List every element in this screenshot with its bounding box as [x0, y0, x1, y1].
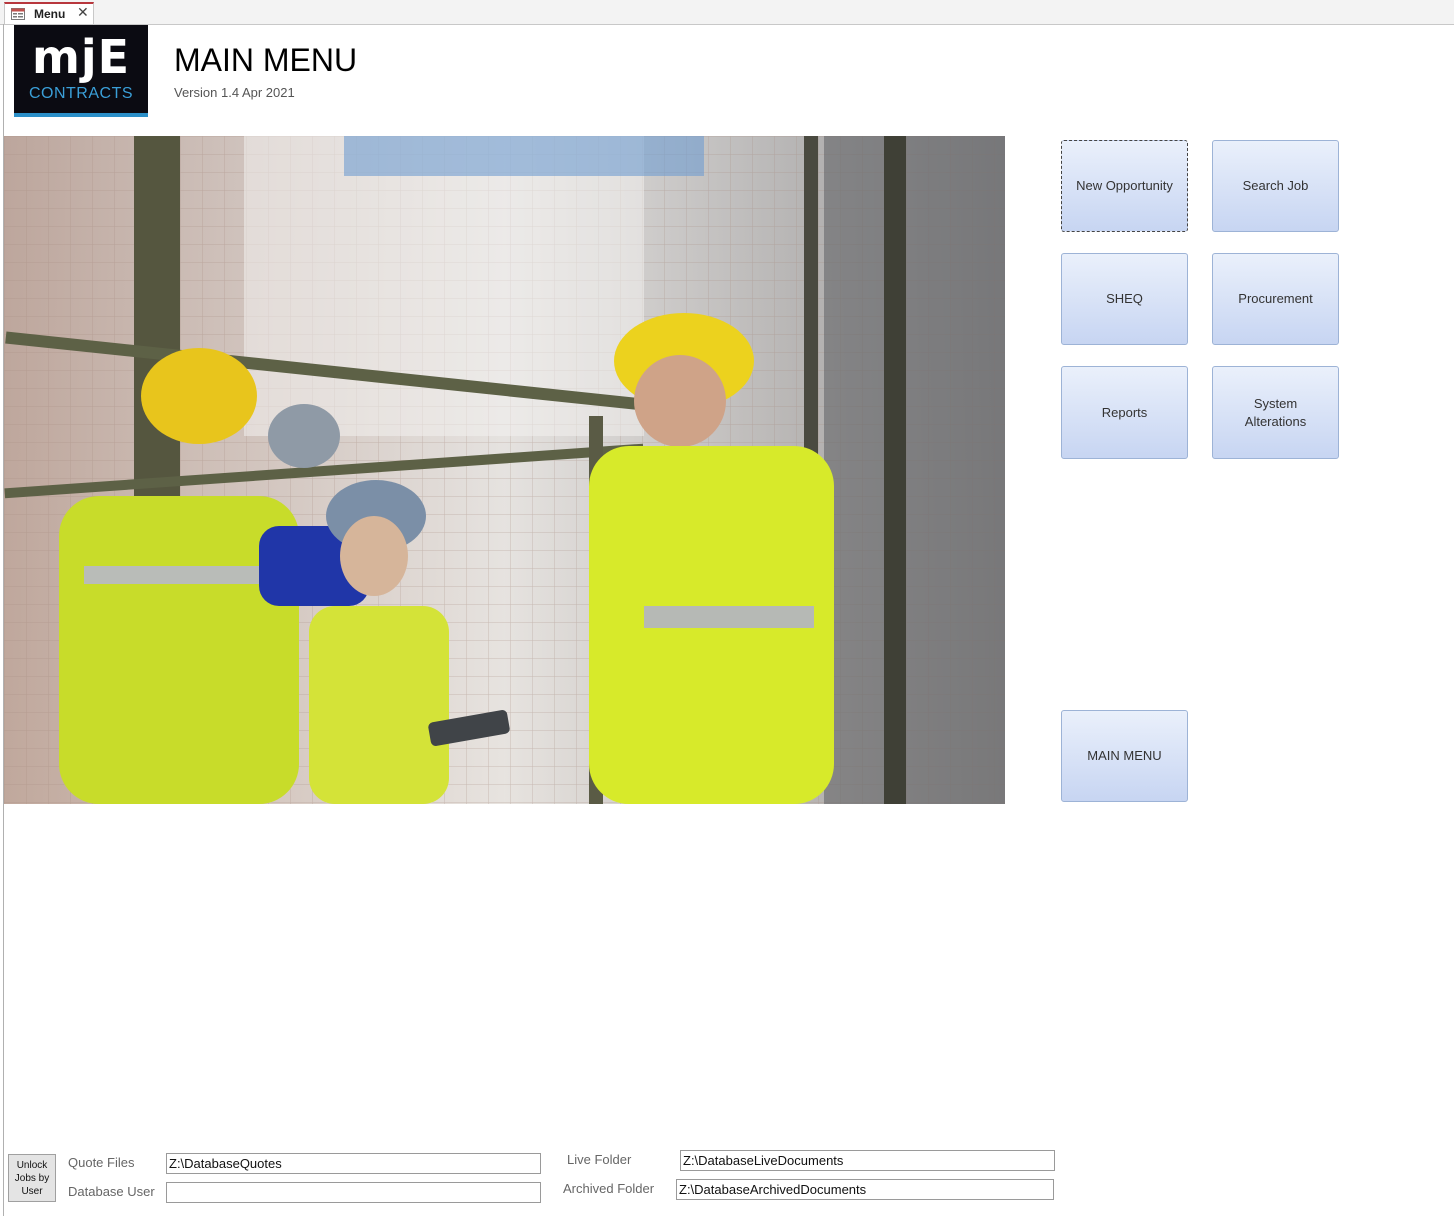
- search-job-button[interactable]: Search Job: [1212, 140, 1339, 232]
- logo-accent-bar: [14, 113, 148, 117]
- reports-button[interactable]: Reports: [1061, 366, 1188, 459]
- logo-subtitle: CONTRACTS: [28, 85, 134, 102]
- page-title: MAIN MENU: [174, 42, 358, 78]
- database-user-field[interactable]: [166, 1182, 541, 1203]
- tab-menu[interactable]: Menu ✕: [4, 2, 94, 24]
- company-logo: mjE CONTRACTS: [14, 25, 148, 117]
- unlock-jobs-button[interactable]: Unlock Jobs by User: [8, 1154, 56, 1202]
- construction-workers-photo: [4, 136, 1005, 804]
- sheq-button[interactable]: SHEQ: [1061, 253, 1188, 345]
- system-alterations-button[interactable]: System Alterations: [1212, 366, 1339, 459]
- tab-label: Menu: [34, 7, 66, 21]
- archived-folder-label: Archived Folder: [563, 1181, 655, 1196]
- archived-folder-field[interactable]: [676, 1179, 1054, 1200]
- live-folder-field[interactable]: [680, 1150, 1055, 1171]
- database-user-label: Database User: [68, 1184, 155, 1199]
- procurement-button[interactable]: Procurement: [1212, 253, 1339, 345]
- quote-files-field[interactable]: [166, 1153, 541, 1174]
- form-icon: [11, 7, 25, 20]
- document-tab-strip: Menu ✕: [0, 0, 1454, 25]
- quote-files-label: Quote Files: [68, 1155, 135, 1170]
- close-icon[interactable]: ✕: [77, 5, 89, 19]
- logo-mark: mjE: [31, 30, 131, 84]
- main-menu-button[interactable]: MAIN MENU: [1061, 710, 1188, 802]
- new-opportunity-button[interactable]: New Opportunity: [1061, 140, 1188, 232]
- version-label: Version 1.4 Apr 2021: [174, 85, 295, 100]
- live-folder-label: Live Folder: [567, 1152, 632, 1167]
